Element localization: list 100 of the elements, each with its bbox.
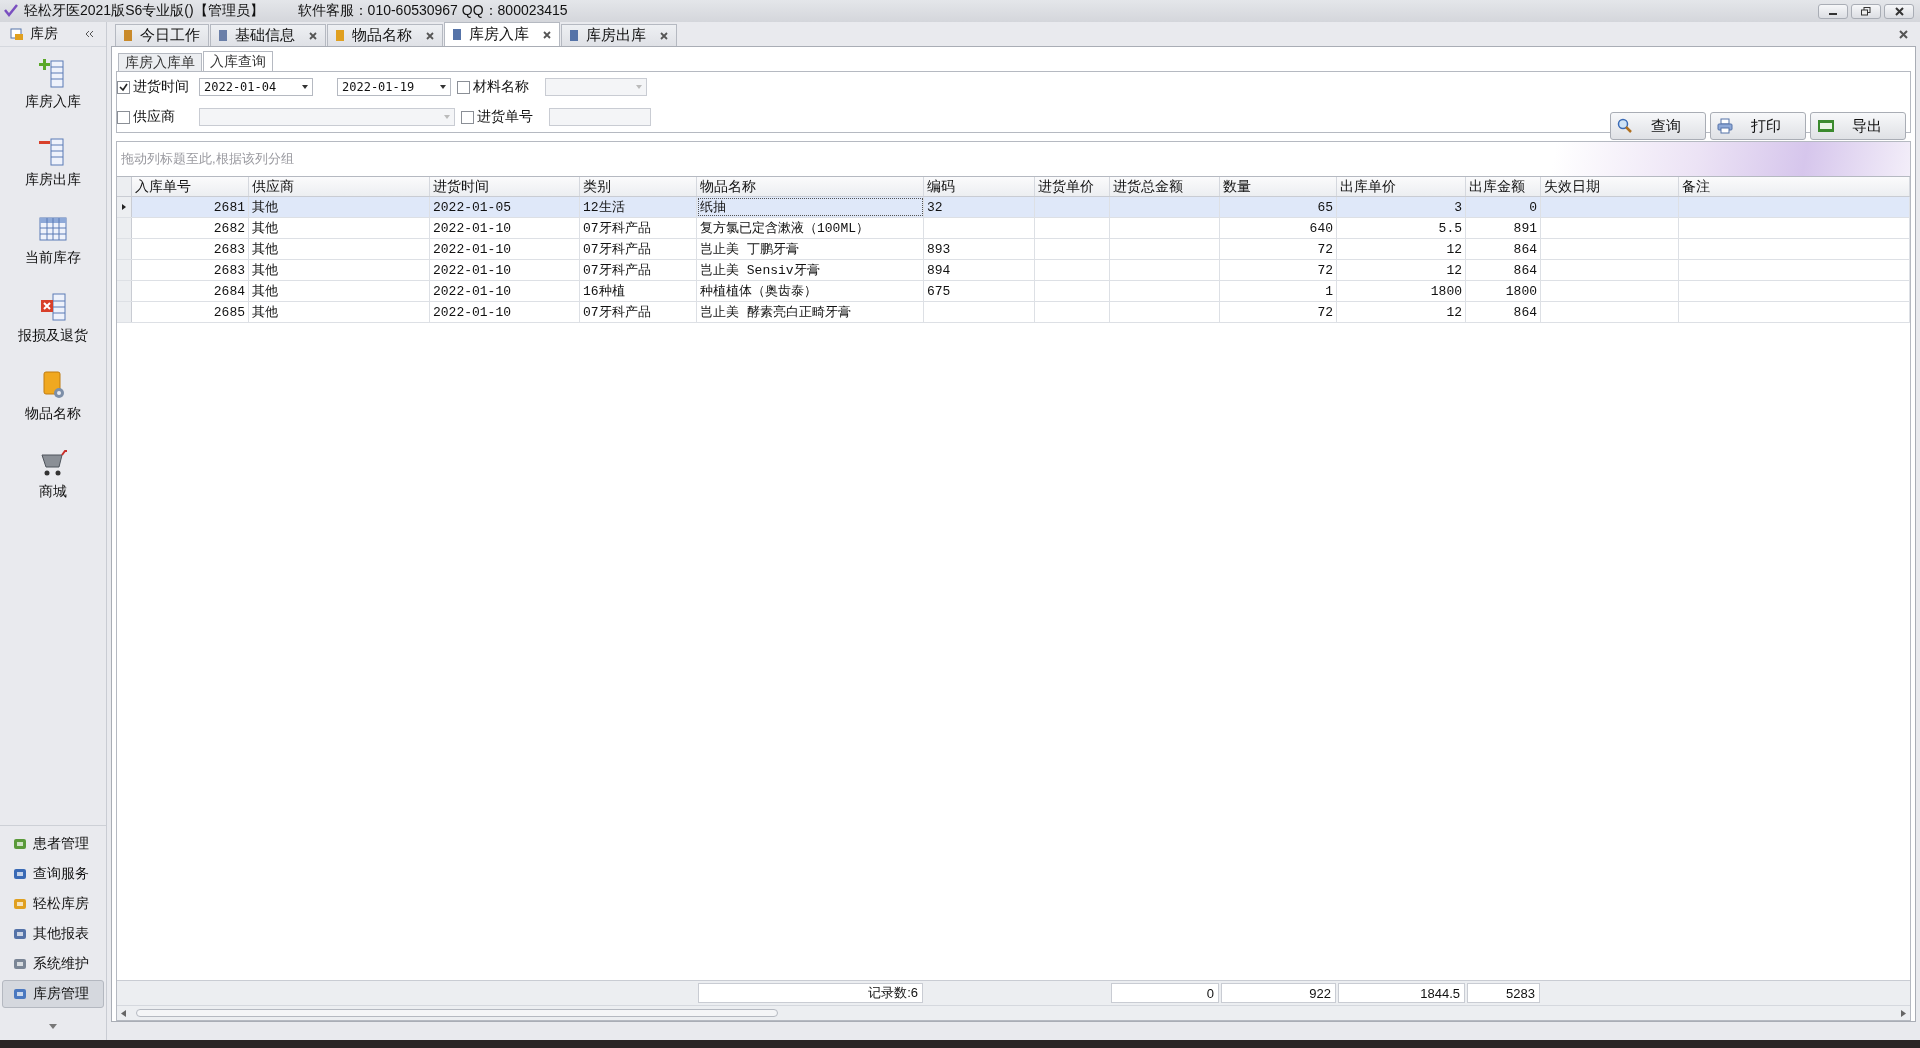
caret-icon: [636, 85, 642, 89]
table-cell: 640: [1220, 218, 1337, 238]
collapse-icon[interactable]: [84, 30, 94, 38]
sidebar-item[interactable]: 库房出库: [25, 135, 81, 189]
tab[interactable]: 入库查询: [203, 51, 273, 71]
close-icon[interactable]: [309, 31, 317, 40]
table-row[interactable]: 2681 其他 2022-01-05 12生活 纸抽 32 65 3 0: [117, 197, 1910, 218]
scroll-right-icon[interactable]: [1901, 1009, 1906, 1017]
table-row[interactable]: 2683 其他 2022-01-10 07牙科产品 岂止美 Sensiv牙膏 894 72 12 864: [117, 260, 1910, 281]
table-row[interactable]: 2685 其他 2022-01-10 07牙科产品 岂止美 酵素亮白正畸牙膏 72 12 864: [117, 302, 1910, 323]
nav-item[interactable]: 轻松库房: [2, 890, 104, 918]
column-header[interactable]: 备注: [1679, 177, 1910, 196]
column-header[interactable]: 出库单价: [1337, 177, 1466, 196]
tab[interactable]: 基础信息: [210, 24, 326, 46]
checkbox[interactable]: 进货时间: [117, 78, 189, 96]
table-cell: 2683: [132, 260, 249, 280]
support-info: 软件客服：010-60530967 QQ：800023415: [297, 2, 568, 20]
table-cell: 864: [1466, 302, 1541, 322]
toolbar-button[interactable]: 打印: [1710, 112, 1806, 140]
nav-item[interactable]: 库房管理: [2, 980, 104, 1008]
tab[interactable]: 今日工作: [115, 24, 209, 46]
table-cell: 07牙科产品: [580, 260, 697, 280]
table-cell: 1800: [1337, 281, 1466, 301]
column-header[interactable]: 出库金额: [1466, 177, 1541, 196]
table-cell: 2022-01-10: [430, 281, 580, 301]
close-icon[interactable]: [426, 31, 434, 40]
column-header[interactable]: 物品名称: [697, 177, 924, 196]
table-cell: 2022-01-10: [430, 260, 580, 280]
date-field[interactable]: 2022-01-19: [337, 78, 451, 96]
column-header[interactable]: 进货单价: [1035, 177, 1110, 196]
sidebar-item[interactable]: 商城: [37, 447, 69, 501]
tab[interactable]: 库房出库: [561, 24, 677, 46]
checkbox[interactable]: 材料名称: [457, 78, 529, 96]
table-cell: 2681: [132, 197, 249, 217]
table-cell: 864: [1466, 239, 1541, 259]
date-field[interactable]: 2022-01-04: [199, 78, 313, 96]
table-cell: 其他: [249, 239, 430, 259]
table-cell: 12生活: [580, 197, 697, 217]
checkbox[interactable]: 供应商: [117, 108, 175, 126]
tab[interactable]: 物品名称: [327, 24, 443, 46]
group-hint: 拖动列标题至此,根据该列分组: [121, 150, 294, 168]
column-header[interactable]: 失效日期: [1541, 177, 1679, 196]
window-title: 轻松牙医2021版S6专业版()【管理员】: [24, 2, 264, 20]
table-cell: 2684: [132, 281, 249, 301]
scroll-thumb[interactable]: [136, 1009, 778, 1017]
toolbar-button[interactable]: 导出: [1810, 112, 1906, 140]
column-header[interactable]: 类别: [580, 177, 697, 196]
table-cell: 3: [1337, 197, 1466, 217]
table-cell: 893: [924, 239, 1035, 259]
close-icon[interactable]: [543, 30, 551, 39]
table-cell: 72: [1220, 239, 1337, 259]
dropdown-field[interactable]: [199, 108, 455, 126]
summary-cell: 记录数:6: [698, 983, 923, 1003]
nav-item[interactable]: 查询服务: [2, 860, 104, 888]
row-header[interactable]: [117, 197, 132, 217]
table-cell: 岂止美 Sensiv牙膏: [697, 260, 924, 280]
table-cell: 72: [1220, 302, 1337, 322]
table-cell: 岂止美 丁鹏牙膏: [697, 239, 924, 259]
close-icon[interactable]: [660, 31, 668, 40]
column-header[interactable]: 入库单号: [132, 177, 249, 196]
table-cell: 65: [1220, 197, 1337, 217]
tab[interactable]: 库房入库单: [118, 53, 202, 71]
spreadsheet-icon: [1817, 119, 1835, 133]
table-row[interactable]: 2683 其他 2022-01-10 07牙科产品 岂止美 丁鹏牙膏 893 72 12 864: [117, 239, 1910, 260]
sidebar-item[interactable]: 当前库存: [25, 213, 81, 267]
table-cell: 其他: [249, 281, 430, 301]
column-header[interactable]: 数量: [1220, 177, 1337, 196]
table-cell: 12: [1337, 260, 1466, 280]
column-header[interactable]: 供应商: [249, 177, 430, 196]
nav-item[interactable]: 其他报表: [2, 920, 104, 948]
sidebar-item[interactable]: 物品名称: [25, 369, 81, 423]
sidebar-title: 库房: [30, 25, 58, 43]
input-field[interactable]: [549, 108, 651, 126]
nav-item[interactable]: 患者管理: [2, 830, 104, 858]
horizontal-scrollbar[interactable]: [117, 1005, 1910, 1020]
document-icon: [568, 29, 580, 42]
minimize-button[interactable]: [1818, 3, 1848, 19]
column-header[interactable]: 进货时间: [430, 177, 580, 196]
close-button[interactable]: [1884, 3, 1914, 19]
table-row[interactable]: 2684 其他 2022-01-10 16种植 种植植体（奥齿泰） 675 1 1800 1800: [117, 281, 1910, 302]
restore-button[interactable]: [1851, 3, 1881, 19]
close-icon[interactable]: [1899, 29, 1908, 39]
table-cell: 纸抽: [697, 197, 924, 217]
table-cell: 其他: [249, 197, 430, 217]
table-cell: 864: [1466, 260, 1541, 280]
summary-cell: 1844.5: [1338, 983, 1465, 1003]
toolbar-button[interactable]: 查询: [1610, 112, 1706, 140]
dropdown-icon[interactable]: [49, 1023, 57, 1029]
scroll-left-icon[interactable]: [121, 1009, 126, 1017]
checkbox[interactable]: 进货单号: [461, 108, 533, 126]
table-row[interactable]: 2682 其他 2022-01-10 07牙科产品 复方氯已定含漱液（100ML） 640 5.5 891: [117, 218, 1910, 239]
column-header[interactable]: 编码: [924, 177, 1035, 196]
sidebar-item[interactable]: 报损及退货: [18, 291, 88, 345]
table-cell: 其他: [249, 260, 430, 280]
table-cell: 891: [1466, 218, 1541, 238]
tab[interactable]: 库房入库: [444, 22, 560, 46]
column-header[interactable]: 进货总金额: [1110, 177, 1220, 196]
nav-item[interactable]: 系统维护: [2, 950, 104, 978]
dropdown-field[interactable]: [545, 78, 647, 96]
sidebar-item[interactable]: 库房入库: [25, 57, 81, 111]
